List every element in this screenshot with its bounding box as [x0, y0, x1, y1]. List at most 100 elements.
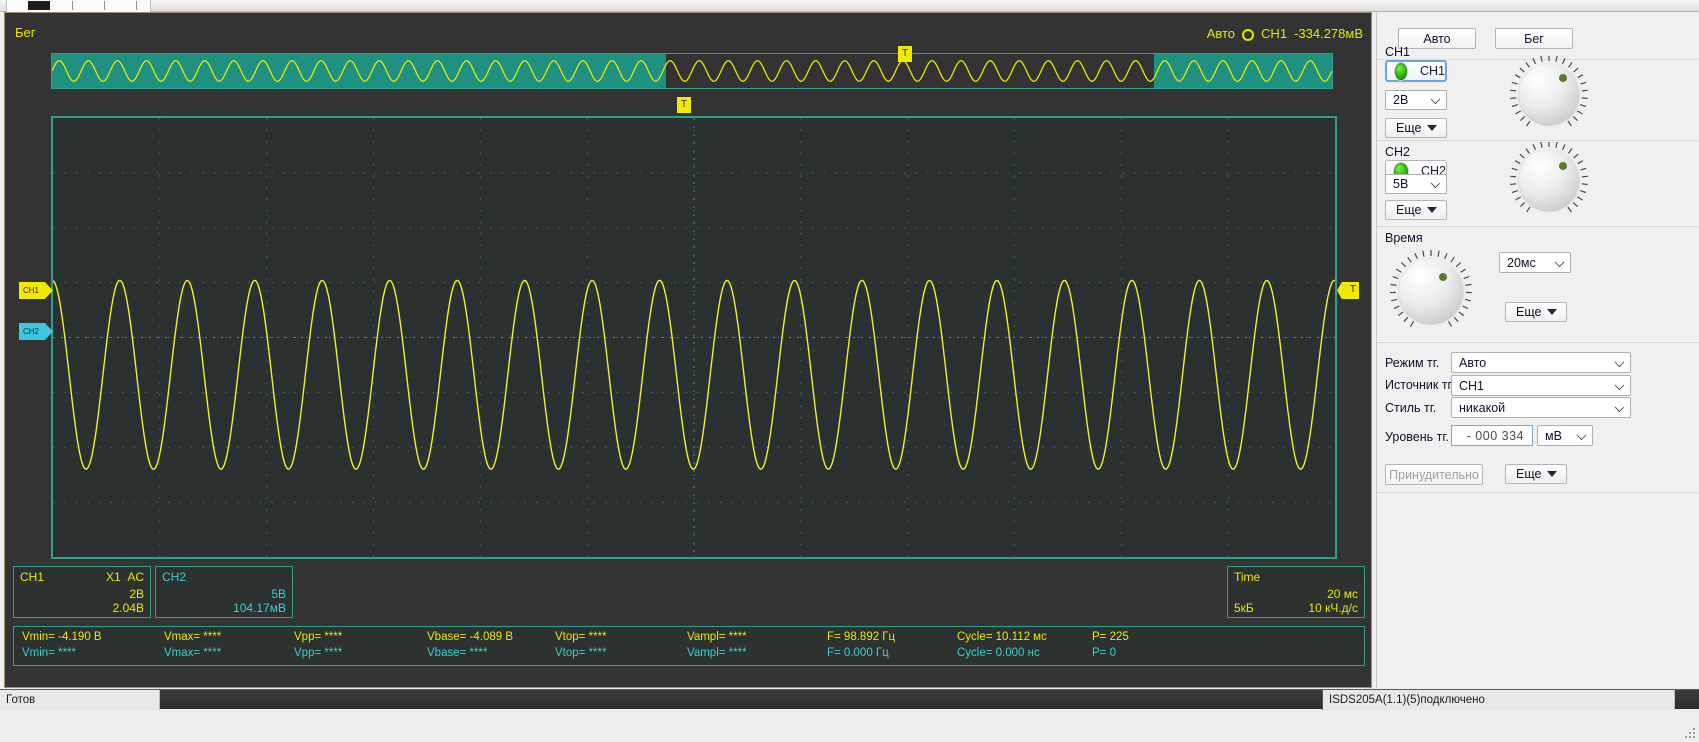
- trigger-style-select[interactable]: никакой: [1451, 397, 1631, 418]
- waveform-overview-strip[interactable]: [51, 53, 1333, 89]
- waveform-grid[interactable]: [51, 116, 1337, 559]
- measurement-item: Vampl= ****: [687, 631, 747, 643]
- chevron-down-icon: [1430, 94, 1441, 105]
- trigger-source-label: Источник тг.: [1385, 378, 1455, 392]
- overview-trigger-marker[interactable]: T: [898, 46, 912, 62]
- time-info-title: Time: [1234, 570, 1261, 584]
- ch2-info-scale: 5В: [271, 587, 286, 601]
- ch1-enable-toggle[interactable]: CH1: [1385, 60, 1447, 82]
- time-info-timebase: 20 мс: [1327, 587, 1358, 601]
- panel-divider: [1377, 342, 1699, 343]
- trigger-level-marker[interactable]: T: [1337, 282, 1359, 299]
- time-more-button[interactable]: Еще: [1505, 302, 1567, 322]
- ch1-toggle-label: CH1: [1419, 64, 1445, 78]
- trigger-level-unit-value: мВ: [1545, 428, 1562, 443]
- panel-divider: [1377, 492, 1699, 493]
- ch1-led-icon: [1394, 61, 1408, 81]
- ch2-more-button[interactable]: Еще: [1385, 200, 1447, 220]
- window-tabstrip: [0, 0, 1699, 12]
- triangle-down-icon: [1547, 471, 1557, 477]
- ch2-info-title: CH2: [162, 570, 187, 584]
- ch1-info-title: CH1: [20, 570, 45, 584]
- ch1-scale-select[interactable]: 2В: [1385, 90, 1447, 110]
- timebase-knob[interactable]: [1385, 247, 1485, 333]
- trigger-mode-label: Режим тг.: [1385, 356, 1440, 370]
- measurement-item: Vtop= ****: [555, 647, 607, 659]
- triangle-down-icon: [1427, 207, 1437, 213]
- trigger-level-unit-select[interactable]: мВ: [1537, 425, 1593, 446]
- measurement-item: F= 98.892 Гц: [827, 631, 896, 643]
- control-panel: Авто Бег CH1 CH1 2В Еще CH2 CH2 5В Еще В…: [1376, 12, 1699, 688]
- measurement-item: P= 0: [1092, 647, 1116, 659]
- timebase-select[interactable]: 20мс: [1499, 252, 1571, 273]
- trigger-level-readout: -334.278мВ: [1294, 26, 1363, 41]
- measurement-item: Vbase= ****: [427, 647, 488, 659]
- measurement-item: Vtop= ****: [555, 631, 607, 643]
- trigger-source-value: CH1: [1459, 378, 1485, 393]
- panel-divider: [1377, 140, 1699, 141]
- measurement-item: Vmin= -4.190 В: [22, 631, 102, 643]
- trigger-level-input[interactable]: - 000 334: [1451, 425, 1533, 446]
- run-stop-button[interactable]: Бег: [1495, 28, 1573, 49]
- measurement-panel: Vmin= -4.190 В Vmax= **** Vpp= **** Vbase= …: [13, 626, 1365, 666]
- chevron-down-icon: [1554, 256, 1565, 267]
- force-trigger-button[interactable]: Принудительно: [1385, 464, 1483, 485]
- ch2-knob-body: [1519, 150, 1579, 210]
- ch2-knob-indicator: [1559, 162, 1567, 170]
- status-ready-cell: Готов: [0, 690, 160, 710]
- measurement-item: Cycle= 0.000 нс: [957, 647, 1040, 659]
- ch2-info-box: CH2 5В 104.17мВ: [155, 566, 293, 618]
- ch1-info-box: CH1 X1 AC 2В 2.04В: [13, 566, 151, 618]
- measurement-item: Vampl= ****: [687, 647, 747, 659]
- ch1-more-button[interactable]: Еще: [1385, 118, 1447, 138]
- status-bar-main: Готов ISDS205A(1.1)(5)подключено: [0, 689, 1699, 710]
- measurement-item: P= 225: [1092, 631, 1129, 643]
- trigger-mode-select[interactable]: Авто: [1451, 352, 1631, 373]
- trigger-source-select[interactable]: CH1: [1451, 375, 1631, 396]
- ch2-ground-marker[interactable]: CH2: [19, 323, 53, 340]
- tab-tick: [104, 1, 105, 10]
- measurement-item: Vmax= ****: [164, 631, 222, 643]
- trigger-more-button[interactable]: Еще: [1505, 464, 1567, 484]
- status-device-cell: ISDS205A(1.1)(5)подключено: [1323, 690, 1675, 710]
- panel-divider: [1377, 226, 1699, 227]
- ch1-info-offset: 2.04В: [112, 601, 144, 615]
- grid-trigger-position-marker[interactable]: T: [677, 97, 691, 113]
- ch2-scale-select[interactable]: 5В: [1385, 174, 1447, 194]
- ch2-more-label: Еще: [1396, 203, 1422, 217]
- trigger-more-label: Еще: [1516, 467, 1542, 481]
- ch1-ground-marker[interactable]: CH1: [19, 282, 53, 299]
- chevron-down-icon: [1614, 379, 1625, 390]
- ch1-group-label: CH1: [1385, 45, 1411, 59]
- ch1-info-scale: 2В: [129, 587, 144, 601]
- time-info-samplerate: 10 кЧ.д/с: [1308, 601, 1358, 615]
- time-info-box: Time 20 мс 5кБ 10 кЧ.д/с: [1227, 566, 1365, 618]
- trigger-level-label: Уровень тг.: [1385, 430, 1449, 444]
- ch2-volts-knob[interactable]: [1499, 142, 1599, 218]
- measurement-item: Vbase= -4.089 В: [427, 631, 513, 643]
- timebase-knob-body: [1399, 259, 1463, 323]
- tab-tick: [72, 1, 73, 10]
- ch1-knob-body: [1519, 64, 1579, 124]
- trigger-style-label: Стиль тг.: [1385, 401, 1437, 415]
- ch1-volts-knob[interactable]: [1499, 56, 1599, 132]
- status-spacer-cell: [160, 690, 1323, 710]
- tab-tick: [136, 1, 137, 10]
- top-status-bar: Авто CH1 -334.278мВ: [1207, 26, 1363, 41]
- ch2-group-label: CH2: [1385, 145, 1411, 159]
- measurement-item: Vmax= ****: [164, 647, 222, 659]
- time-more-label: Еще: [1516, 305, 1542, 319]
- timebase-value: 20мс: [1507, 255, 1536, 270]
- grid-and-trace: [53, 118, 1335, 557]
- chevron-down-icon: [1430, 178, 1441, 189]
- resize-grip-icon[interactable]: [1684, 727, 1696, 739]
- measurement-item: Cycle= 10.112 мс: [957, 631, 1047, 643]
- ch1-more-label: Еще: [1396, 121, 1422, 135]
- tab-thumbnail: [28, 1, 50, 10]
- trigger-style-value: никакой: [1459, 400, 1506, 415]
- triangle-down-icon: [1427, 125, 1437, 131]
- run-state-label: Бег: [15, 25, 36, 40]
- ch1-scale-value: 2В: [1393, 93, 1409, 107]
- trigger-circle-icon: [1242, 28, 1255, 41]
- measurement-item: Vmin= ****: [22, 647, 77, 659]
